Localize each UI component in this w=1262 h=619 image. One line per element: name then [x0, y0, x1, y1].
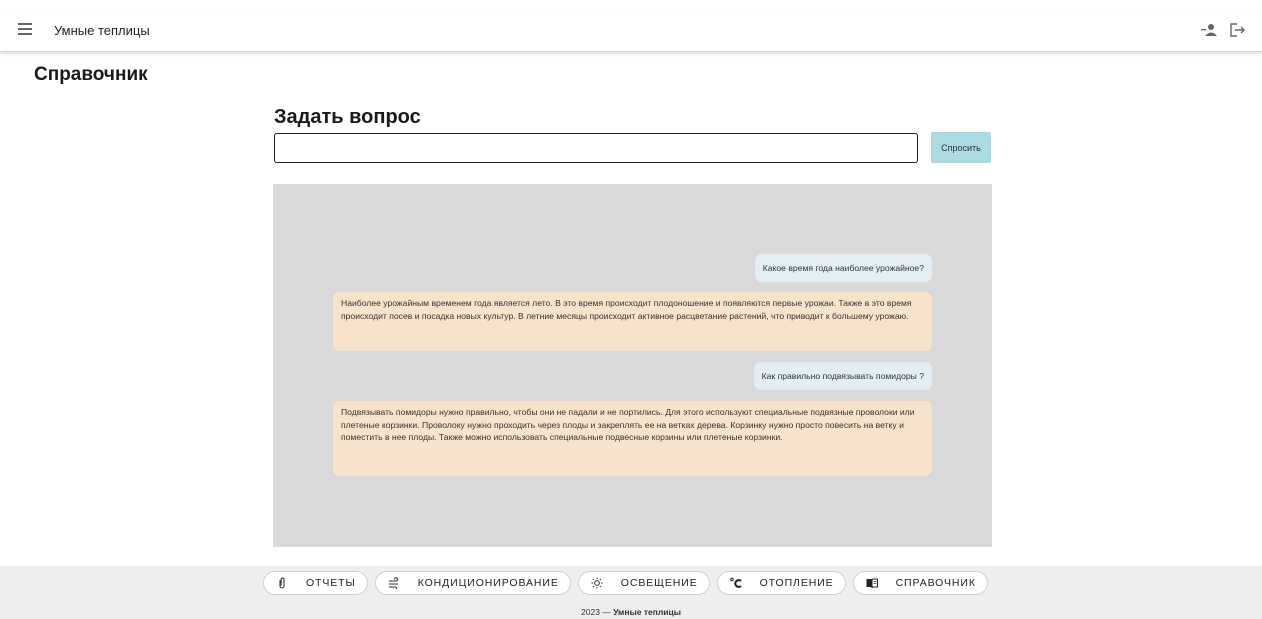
footer: ОТЧЕТЫ КОНДИЦИОНИРОВАНИЕ ОСВЕЩЕНИЕ ОТОПЛ…: [0, 566, 1262, 619]
user-add-icon[interactable]: [1200, 22, 1218, 38]
copyright: 2023 — Умные теплицы: [0, 607, 1262, 617]
menu-icon[interactable]: [18, 23, 32, 35]
ask-heading: Задать вопрос: [274, 106, 421, 128]
nav-air-conditioning[interactable]: КОНДИЦИОНИРОВАНИЕ: [374, 571, 571, 595]
copyright-year: 2023 —: [581, 607, 611, 617]
nav-label: ОСВЕЩЕНИЕ: [620, 577, 698, 589]
answer-bubble: Подвязывать помидоры нужно правильно, чт…: [333, 401, 932, 476]
copyright-brand: Умные теплицы: [613, 607, 681, 617]
celsius-icon: [729, 577, 742, 588]
lightbulb-icon: [591, 577, 603, 589]
air-flow-icon: [388, 577, 398, 589]
nav-lighting[interactable]: ОСВЕЩЕНИЕ: [577, 571, 710, 595]
nav-label: КОНДИЦИОНИРОВАНИЕ: [417, 577, 559, 589]
nav-label: СПРАВОЧНИК: [895, 577, 976, 589]
app-bar: Умные теплицы: [0, 9, 1262, 52]
chat-area: Какое время года наиболее урожайное? Наи…: [273, 184, 992, 547]
app-title: Умные теплицы: [54, 23, 150, 38]
paperclip-icon: [279, 577, 285, 589]
logout-icon[interactable]: [1229, 22, 1247, 38]
nav-label: ОТОПЛЕНИЕ: [759, 577, 834, 589]
bottom-nav: ОТЧЕТЫ КОНДИЦИОНИРОВАНИЕ ОСВЕЩЕНИЕ ОТОПЛ…: [263, 571, 988, 595]
question-input[interactable]: [274, 133, 918, 163]
answer-bubble: Наиболее урожайным временем года являетс…: [333, 292, 932, 351]
nav-reference[interactable]: СПРАВОЧНИК: [852, 571, 988, 595]
nav-reports[interactable]: ОТЧЕТЫ: [263, 571, 368, 595]
book-icon: [866, 578, 878, 589]
question-bubble: Как правильно подвязывать помидоры ?: [753, 362, 932, 390]
nav-label: ОТЧЕТЫ: [306, 577, 356, 589]
ask-button[interactable]: Спросить: [931, 132, 991, 163]
page-title: Справочник: [34, 64, 148, 85]
nav-heating[interactable]: ОТОПЛЕНИЕ: [716, 571, 846, 595]
question-bubble: Какое время года наиболее урожайное?: [754, 254, 932, 282]
